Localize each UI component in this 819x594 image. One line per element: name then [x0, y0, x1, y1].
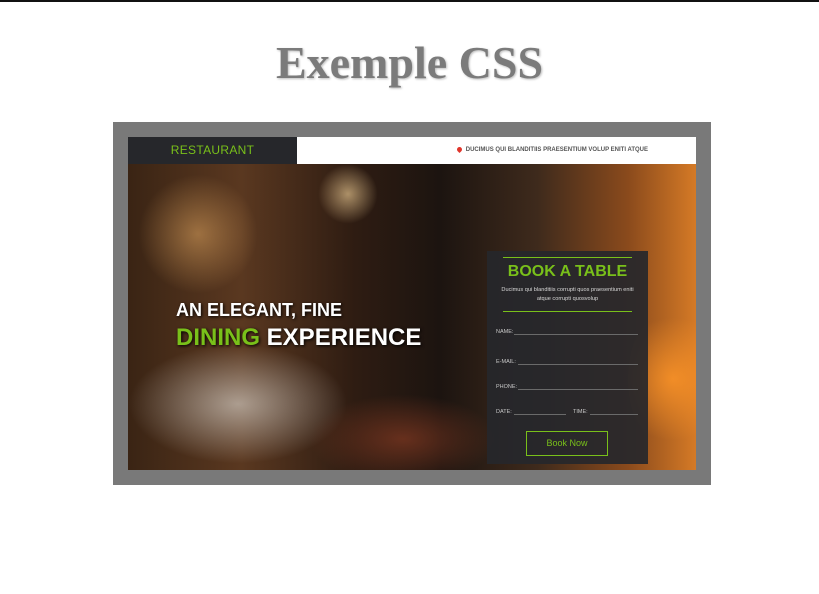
email-label: E-MAIL:	[496, 359, 516, 365]
booking-title: BOOK A TABLE	[507, 263, 628, 280]
header-info: DUCIMUS QUI BLANDITIIS PRAESENTIUM VOLUP…	[455, 137, 648, 164]
hero-accent-word: DINING	[176, 324, 260, 351]
map-pin-icon	[455, 145, 463, 153]
example-frame: RESTAURANT DUCIMUS QUI BLANDITIIS PRAESE…	[113, 122, 711, 485]
hero-heading-line2: DINING EXPERIENCE	[176, 324, 421, 352]
restaurant-page: RESTAURANT DUCIMUS QUI BLANDITIIS PRAESE…	[128, 137, 696, 470]
top-border	[0, 0, 819, 2]
booking-description: Ducimus qui blanditiis corrupti quos pra…	[501, 287, 634, 302]
logo[interactable]: RESTAURANT	[128, 137, 297, 164]
hero-heading-line1: AN ELEGANT, FINE	[176, 300, 343, 320]
hero-image: AN ELEGANT, FINE DINING EXPERIENCE BOOK …	[128, 164, 696, 470]
divider	[503, 257, 632, 258]
header-info-text: DUCIMUS QUI BLANDITIIS PRAESENTIUM VOLUP…	[465, 147, 648, 153]
date-label: DATE:	[496, 409, 512, 415]
name-field[interactable]	[514, 334, 638, 335]
time-label: TIME:	[573, 409, 588, 415]
time-field[interactable]	[590, 414, 638, 415]
phone-label: PHONE:	[496, 384, 518, 390]
book-now-button[interactable]: Book Now	[526, 431, 608, 456]
hero-heading-rest: EXPERIENCE	[260, 324, 422, 351]
site-header: RESTAURANT DUCIMUS QUI BLANDITIIS PRAESE…	[128, 137, 696, 164]
divider	[503, 311, 632, 312]
lamp-glow	[318, 164, 378, 224]
phone-field[interactable]	[518, 389, 638, 390]
email-field[interactable]	[518, 364, 638, 365]
booking-form: BOOK A TABLE Ducimus qui blanditiis corr…	[487, 251, 648, 464]
lamp-glow	[138, 174, 258, 294]
date-field[interactable]	[514, 414, 566, 415]
page-title: Exemple CSS	[275, 37, 544, 88]
name-label: NAME:	[496, 329, 514, 335]
